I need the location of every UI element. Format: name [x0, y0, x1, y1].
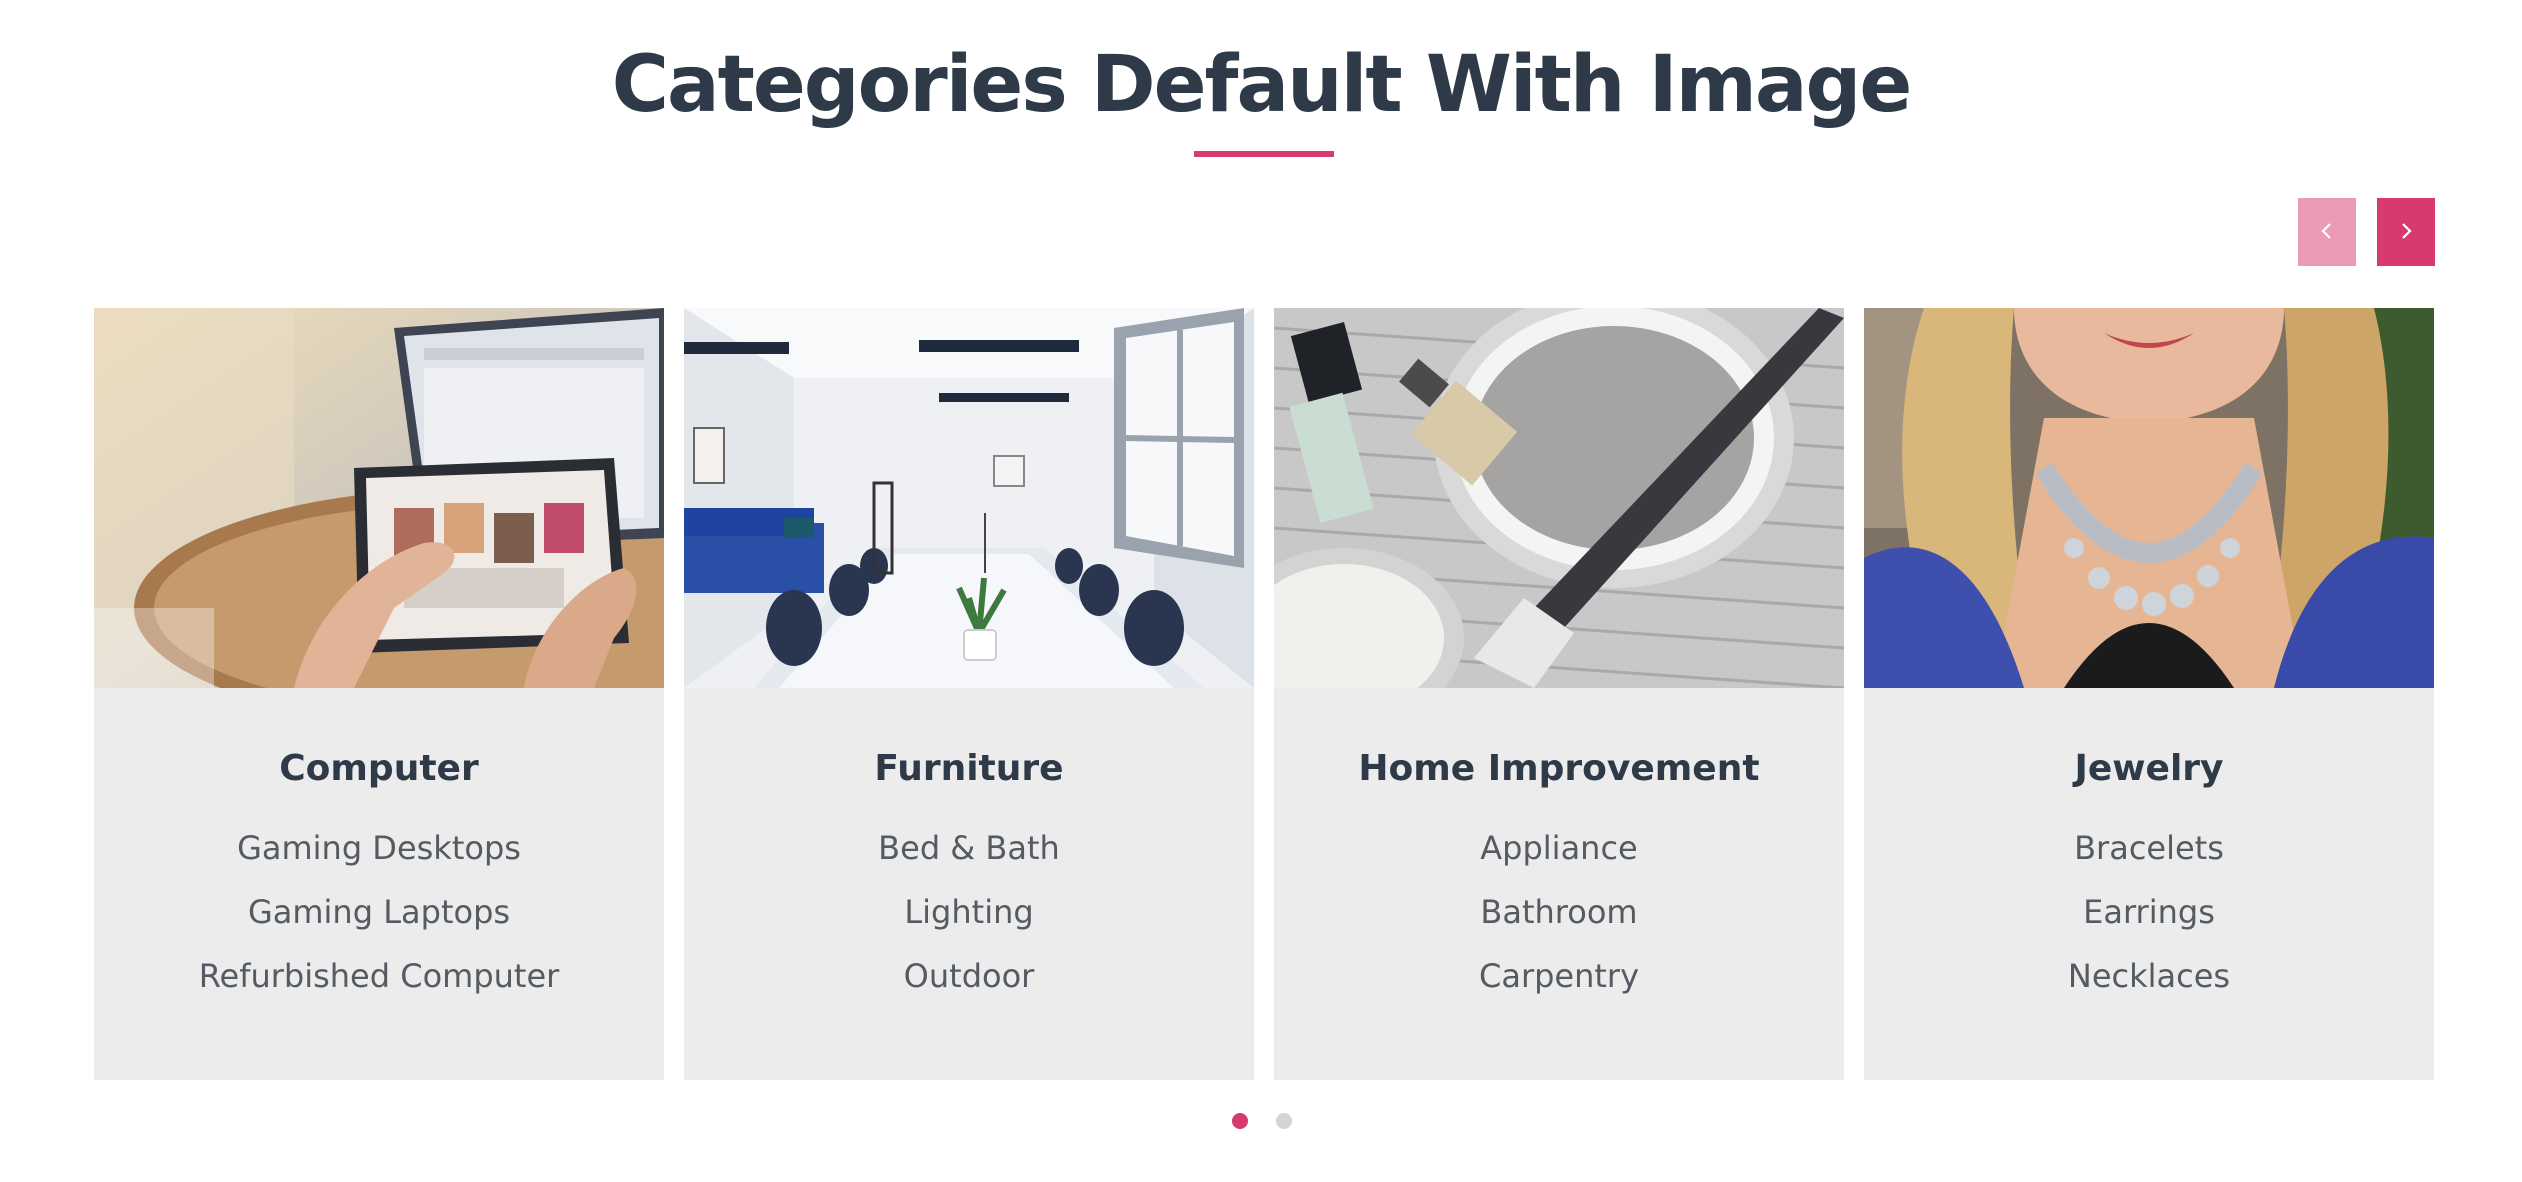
category-image-home-improvement[interactable] [1274, 308, 1844, 688]
subcategory-link[interactable]: Earrings [1864, 880, 2434, 944]
category-title[interactable]: Computer [94, 744, 664, 794]
category-card-furniture: Furniture Bed & Bath Lighting Outdoor [684, 308, 1254, 1080]
subcategory-list: Bracelets Earrings Necklaces [1864, 816, 2434, 1008]
category-cards: Computer Gaming Desktops Gaming Laptops … [94, 308, 2434, 1080]
subcategory-link[interactable]: Appliance [1274, 816, 1844, 880]
category-image-jewelry[interactable] [1864, 308, 2434, 688]
section-title: Categories Default With Image [611, 40, 1913, 130]
carousel-prev-button[interactable] [2298, 198, 2356, 266]
subcategory-list: Appliance Bathroom Carpentry [1274, 816, 1844, 1008]
category-title[interactable]: Jewelry [1864, 744, 2434, 794]
carousel-next-button[interactable] [2377, 198, 2435, 266]
title-underline [1194, 151, 1334, 157]
category-card-computer: Computer Gaming Desktops Gaming Laptops … [94, 308, 664, 1080]
carousel-pagination [1232, 1113, 1292, 1129]
chevron-right-icon [2396, 221, 2416, 244]
subcategory-link[interactable]: Gaming Desktops [94, 816, 664, 880]
category-title[interactable]: Home Improvement [1274, 744, 1844, 794]
category-card-jewelry: Jewelry Bracelets Earrings Necklaces [1864, 308, 2434, 1080]
subcategory-link[interactable]: Refurbished Computer [94, 944, 664, 1008]
subcategory-link[interactable]: Bed & Bath [684, 816, 1254, 880]
subcategory-list: Gaming Desktops Gaming Laptops Refurbish… [94, 816, 664, 1008]
pagination-dot-active[interactable] [1232, 1113, 1248, 1129]
subcategory-link[interactable]: Carpentry [1274, 944, 1844, 1008]
subcategory-link[interactable]: Bracelets [1864, 816, 2434, 880]
chevron-left-icon [2317, 221, 2337, 244]
subcategory-link[interactable]: Gaming Laptops [94, 880, 664, 944]
category-title[interactable]: Furniture [684, 744, 1254, 794]
subcategory-list: Bed & Bath Lighting Outdoor [684, 816, 1254, 1008]
subcategory-link[interactable]: Outdoor [684, 944, 1254, 1008]
category-image-furniture[interactable] [684, 308, 1254, 688]
category-card-home-improvement: Home Improvement Appliance Bathroom Carp… [1274, 308, 1844, 1080]
subcategory-link[interactable]: Necklaces [1864, 944, 2434, 1008]
subcategory-link[interactable]: Lighting [684, 880, 1254, 944]
category-image-computer[interactable] [94, 308, 664, 688]
categories-section: Categories Default With Image Computer G… [0, 0, 2522, 1182]
subcategory-link[interactable]: Bathroom [1274, 880, 1844, 944]
pagination-dot[interactable] [1276, 1113, 1292, 1129]
